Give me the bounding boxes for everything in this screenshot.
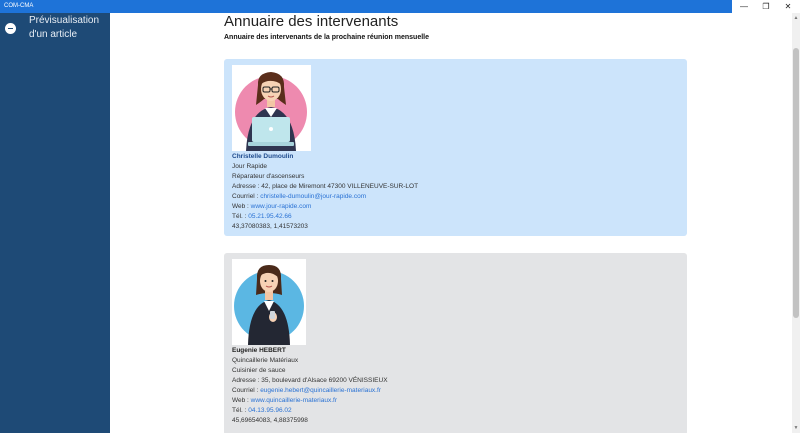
close-button[interactable]: ✕ bbox=[776, 0, 800, 13]
contact-coordinates: 43,37080383, 1,41573203 bbox=[232, 223, 308, 230]
contact-photo bbox=[232, 65, 311, 151]
sidebar-heading: Prévisualisation d'un article bbox=[29, 15, 100, 40]
contact-web-link[interactable]: www.quincaillerie-materiaux.fr bbox=[251, 397, 337, 404]
contact-web-row: Web : www.jour-rapide.com bbox=[232, 203, 312, 210]
contact-card: Eugenie HEBERT Quincaillerie Matériaux C… bbox=[224, 253, 687, 433]
contact-phone-row: Tél. : 04.13.95.96.02 bbox=[232, 407, 292, 414]
vertical-scrollbar[interactable]: ▲ ▼ bbox=[792, 13, 800, 433]
avatar-woman-laptop-icon bbox=[235, 72, 307, 151]
contact-email-row: Courriel : christelle-dumoulin@jour-rapi… bbox=[232, 193, 367, 200]
page-subtitle: Annuaire des intervenants de la prochain… bbox=[224, 34, 429, 41]
contact-address: Adresse : 35, boulevard d'Alsace 69200 V… bbox=[232, 377, 388, 384]
contact-company: Quincaillerie Matériaux bbox=[232, 357, 299, 364]
back-arrow-icon[interactable] bbox=[5, 23, 16, 34]
sidebar: Prévisualisation d'un article bbox=[0, 13, 110, 433]
contact-name: Eugenie HEBERT bbox=[232, 347, 286, 354]
scroll-down-icon[interactable]: ▼ bbox=[793, 425, 799, 431]
contact-web-link[interactable]: www.jour-rapide.com bbox=[251, 203, 312, 210]
contact-details: Eugenie HEBERT Quincaillerie Matériaux C… bbox=[232, 346, 388, 426]
contact-photo bbox=[232, 259, 306, 345]
contact-role: Cuisinier de sauce bbox=[232, 367, 286, 374]
contact-phone-link[interactable]: 05.21.95.42.66 bbox=[248, 213, 291, 220]
minimize-button[interactable]: — bbox=[732, 0, 756, 13]
contact-name: Christelle Dumoulin bbox=[232, 153, 294, 160]
window-title: COM-CMA bbox=[4, 3, 34, 9]
contact-coordinates: 45,69654083, 4,88375998 bbox=[232, 417, 308, 424]
contact-phone-row: Tél. : 05.21.95.42.66 bbox=[232, 213, 292, 220]
contact-email-link[interactable]: eugenie.hebert@quincaillerie-materiaux.f… bbox=[260, 387, 381, 394]
page-title: Annuaire des intervenants bbox=[224, 13, 399, 30]
contact-web-row: Web : www.quincaillerie-materiaux.fr bbox=[232, 397, 338, 404]
contact-email-row: Courriel : eugenie.hebert@quincaillerie-… bbox=[232, 387, 381, 394]
scroll-thumb[interactable] bbox=[793, 48, 799, 318]
avatar-woman-business-icon bbox=[234, 265, 304, 345]
scroll-up-icon[interactable]: ▲ bbox=[793, 15, 799, 21]
contact-role: Réparateur d'ascenseurs bbox=[232, 173, 305, 180]
contact-card: Christelle Dumoulin Jour Rapide Réparate… bbox=[224, 59, 687, 236]
contact-company: Jour Rapide bbox=[232, 163, 268, 170]
restore-button[interactable]: ❐ bbox=[754, 0, 778, 13]
contact-address: Adresse : 42, place de Miremont 47300 VI… bbox=[232, 183, 419, 190]
main-content: Annuaire des intervenants Annuaire des i… bbox=[110, 13, 792, 433]
contact-phone-link[interactable]: 04.13.95.96.02 bbox=[248, 407, 291, 414]
contact-details: Christelle Dumoulin Jour Rapide Réparate… bbox=[232, 152, 418, 232]
contact-email-link[interactable]: christelle-dumoulin@jour-rapide.com bbox=[260, 193, 366, 200]
title-bar: COM-CMA — ❐ ✕ bbox=[0, 0, 800, 13]
